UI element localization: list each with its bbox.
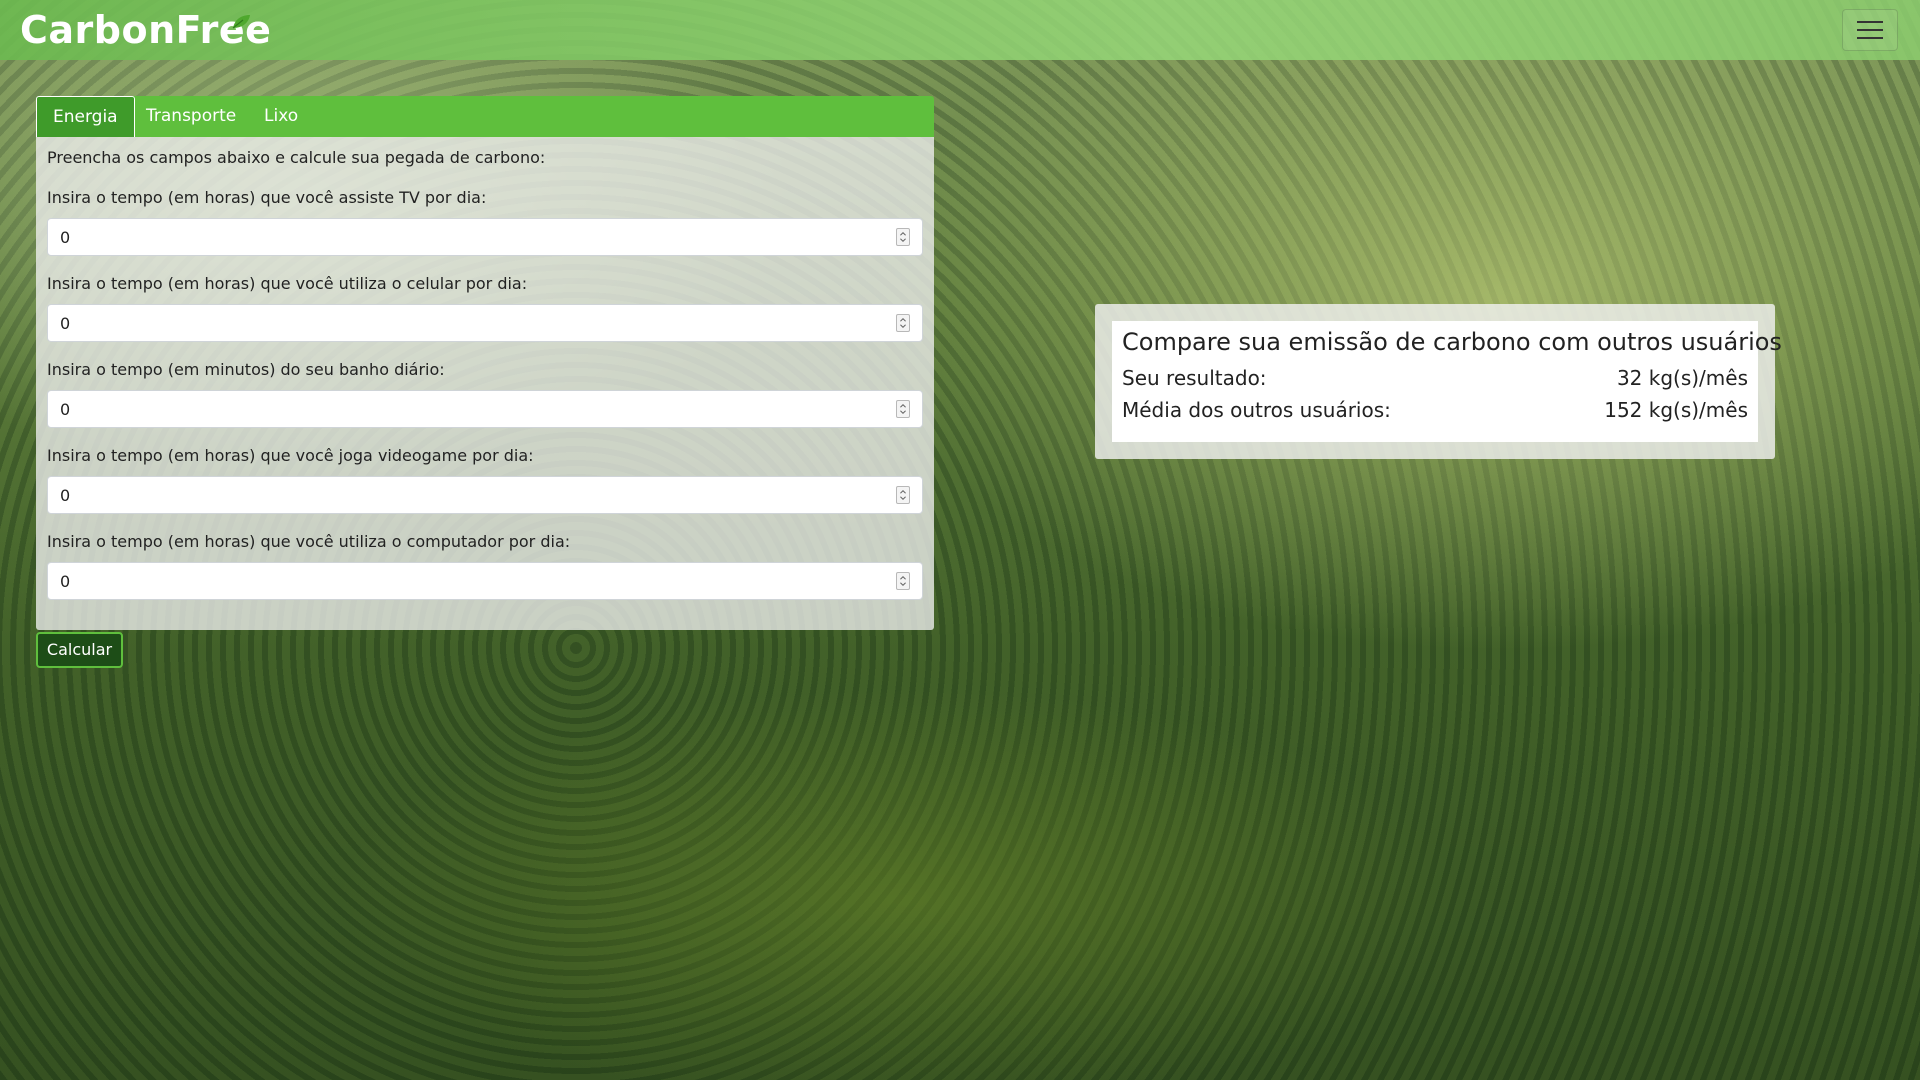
- form-intro: Preencha os campos abaixo e calcule sua …: [47, 148, 546, 167]
- tab-lixo[interactable]: Lixo: [248, 96, 314, 137]
- energy-form: Preencha os campos abaixo e calcule sua …: [36, 137, 934, 630]
- your-result-value: 32 kg(s)/mês: [1616, 366, 1748, 390]
- tab-energia[interactable]: Energia: [36, 96, 135, 137]
- average-label: Média dos outros usuários:: [1122, 398, 1391, 422]
- your-result-label: Seu resultado:: [1122, 366, 1267, 390]
- menu-toggle-button[interactable]: [1842, 9, 1898, 51]
- phone-hours-input[interactable]: 0: [47, 304, 923, 342]
- computer-hours-input[interactable]: 0: [47, 562, 923, 600]
- calculate-button[interactable]: Calcular: [36, 632, 123, 668]
- tv-hours-input[interactable]: 0: [47, 218, 923, 256]
- shower-minutes-input[interactable]: 0: [47, 390, 923, 428]
- navbar: CarbonFree: [0, 0, 1920, 60]
- number-spinner-icon[interactable]: [896, 486, 910, 504]
- number-spinner-icon[interactable]: [896, 314, 910, 332]
- computer-hours-label: Insira o tempo (em horas) que você utili…: [47, 532, 571, 551]
- leaf-icon: [232, 15, 250, 29]
- hamburger-icon: [1857, 21, 1883, 39]
- calculator-panel: Energia Transporte Lixo Preencha os camp…: [36, 96, 934, 630]
- number-spinner-icon[interactable]: [896, 572, 910, 590]
- videogame-hours-label: Insira o tempo (em horas) que você joga …: [47, 446, 534, 465]
- tv-hours-label: Insira o tempo (em horas) que você assis…: [47, 188, 487, 207]
- tab-bar: Energia Transporte Lixo: [36, 96, 934, 137]
- average-value: 152 kg(s)/mês: [1604, 398, 1748, 422]
- shower-minutes-label: Insira o tempo (em minutos) do seu banho…: [47, 360, 445, 379]
- number-spinner-icon[interactable]: [896, 400, 910, 418]
- computer-hours-value: 0: [60, 572, 71, 591]
- shower-minutes-value: 0: [60, 400, 71, 419]
- videogame-hours-value: 0: [60, 486, 71, 505]
- tv-hours-value: 0: [60, 228, 71, 247]
- tab-transporte[interactable]: Transporte: [130, 96, 252, 137]
- phone-hours-value: 0: [60, 314, 71, 333]
- phone-hours-label: Insira o tempo (em horas) que você utili…: [47, 274, 528, 293]
- comparison-title: Compare sua emissão de carbono com outro…: [1122, 328, 1782, 356]
- number-spinner-icon[interactable]: [896, 228, 910, 246]
- comparison-card: Compare sua emissão de carbono com outro…: [1095, 304, 1782, 459]
- comparison-content: Compare sua emissão de carbono com outro…: [1112, 321, 1782, 442]
- videogame-hours-input[interactable]: 0: [47, 476, 923, 514]
